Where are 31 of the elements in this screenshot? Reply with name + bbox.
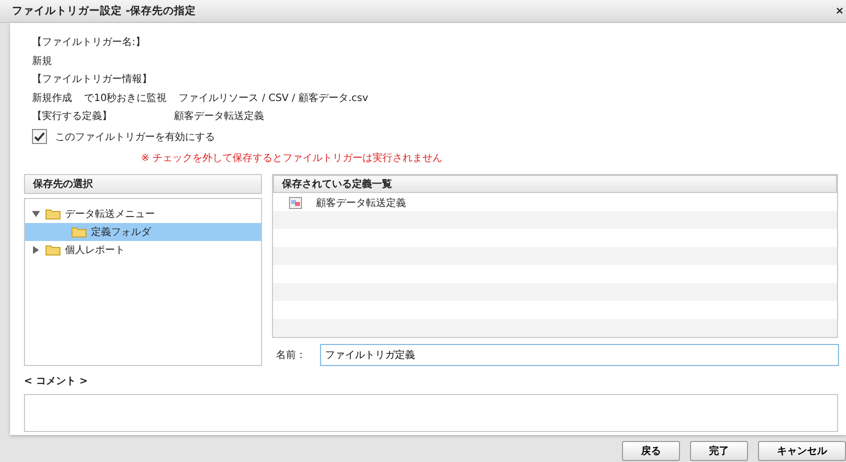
- trigger-info-text: 新規作成: [32, 92, 72, 105]
- definition-value: 顧客データ転送定義: [174, 110, 264, 124]
- dialog-button[interactable]: キャンセル: [758, 441, 846, 461]
- document-icon: [289, 196, 302, 209]
- dialog-button[interactable]: 完了: [690, 441, 748, 461]
- close-button[interactable]: ×: [835, 5, 846, 17]
- comment-label: < コメント >: [24, 374, 89, 388]
- comment-field[interactable]: [24, 394, 838, 432]
- trigger-info-text: で10秒おきに監視: [84, 92, 167, 105]
- folder-icon: [71, 226, 87, 238]
- definition-label: 【実行する定義】: [32, 110, 112, 124]
- panel-header: 保存されている定義一覧: [273, 174, 837, 194]
- trigger-info-label: 【ファイルトリガー情報】: [32, 72, 152, 86]
- tree-item[interactable]: 個人レポート: [25, 240, 261, 258]
- checkbox-label: このファイルトリガーを有効にする: [55, 130, 215, 144]
- folder-icon: [45, 208, 61, 220]
- enable-checkbox[interactable]: [32, 129, 47, 144]
- tree-item[interactable]: 定義フォルダ: [25, 222, 261, 240]
- trigger-name-label: 【ファイルトリガー名:】: [32, 36, 146, 50]
- name-field[interactable]: ファイルトリガ定義: [320, 344, 839, 366]
- expanded-arrow-icon[interactable]: [32, 210, 40, 218]
- dialog-button[interactable]: 戻る: [622, 441, 680, 461]
- name-label: 名前：: [276, 348, 306, 362]
- folder-icon: [45, 244, 61, 256]
- trigger-info-text: ファイルリソース / CSV / 顧客データ.csv: [178, 92, 368, 105]
- collapsed-arrow-icon[interactable]: [32, 246, 40, 254]
- warning-text: ※ チェックを外して保存するとファイルトリガーは実行されません: [141, 152, 443, 164]
- panel-header: 保存先の選択: [24, 174, 262, 194]
- tree-item[interactable]: データ転送メニュー: [25, 204, 261, 222]
- window-title: ファイルトリガー設定 -保存先の指定: [12, 4, 196, 18]
- trigger-name-value: 新規: [32, 54, 52, 68]
